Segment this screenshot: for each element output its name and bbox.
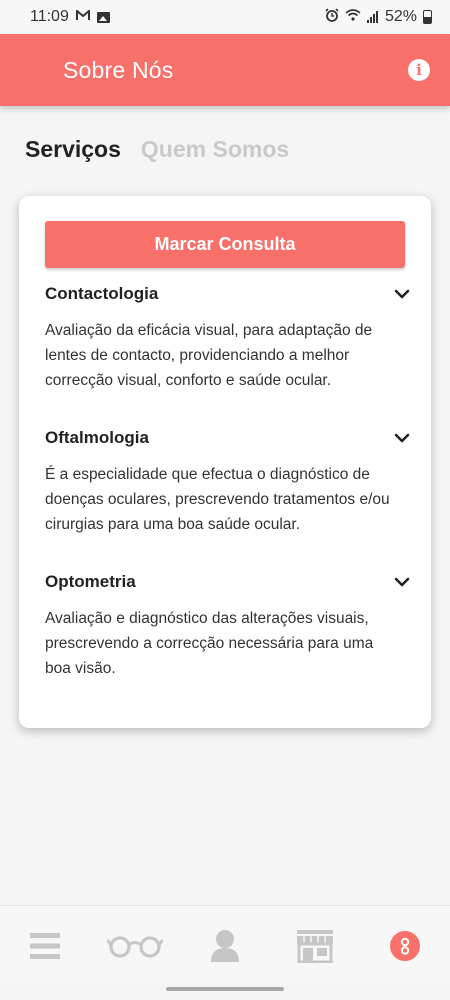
status-right: 52% [325,7,432,27]
service-description: É a especialidade que efectua o diagnóst… [45,466,390,533]
service-header[interactable]: Oftalmologia [45,426,411,450]
store-icon [297,930,333,963]
nav-about[interactable] [385,926,425,966]
service-description: Avaliação e diagnóstico das alterações v… [45,610,374,677]
book-appointment-button[interactable]: Marcar Consulta [45,221,405,268]
service-description: Avaliação da eficácia visual, para adapt… [45,322,373,389]
glasses-icon [107,936,163,958]
home-indicator[interactable] [166,987,284,991]
service-item-oftalmologia: Oftalmologia É a especialidade que efect… [45,426,411,537]
service-item-optometria: Optometria Avaliação e diagnóstico das a… [45,570,411,681]
tab-servicos[interactable]: Serviços [25,136,121,163]
chevron-down-icon[interactable] [393,285,411,303]
nav-menu[interactable] [25,926,65,966]
tab-quem-somos[interactable]: Quem Somos [141,136,289,163]
service-header[interactable]: Contactologia [45,282,411,306]
chevron-down-icon[interactable] [393,429,411,447]
services-card: Marcar Consulta Contactologia Avaliação … [19,196,431,728]
info-icon[interactable]: i [408,59,430,81]
about-icon [390,931,420,961]
alarm-icon [325,7,339,27]
service-title: Contactologia [45,284,159,303]
battery-icon [423,10,432,24]
nav-store[interactable] [295,926,335,966]
tab-bar: Serviços Quem Somos [25,136,289,163]
bottom-nav [0,905,450,983]
page-title: Sobre Nós [63,56,174,83]
service-header[interactable]: Optometria [45,570,411,594]
gmail-icon [75,8,90,26]
person-icon [211,930,239,962]
status-time: 11:09 [30,8,69,25]
service-item-contactologia: Contactologia Avaliação da eficácia visu… [45,282,411,393]
battery-percent: 52% [384,8,417,25]
app-bar: Sobre Nós i [0,34,450,106]
status-bar: 11:09 52% [0,0,450,34]
signal-icon [366,11,379,23]
chevron-down-icon[interactable] [393,573,411,591]
nav-profile[interactable] [205,926,245,966]
status-left: 11:09 [30,8,110,26]
wifi-icon [345,8,361,26]
nav-glasses[interactable] [106,926,164,966]
service-title: Optometria [45,572,136,591]
gallery-icon [96,11,110,23]
menu-icon [30,933,60,959]
service-title: Oftalmologia [45,428,149,447]
